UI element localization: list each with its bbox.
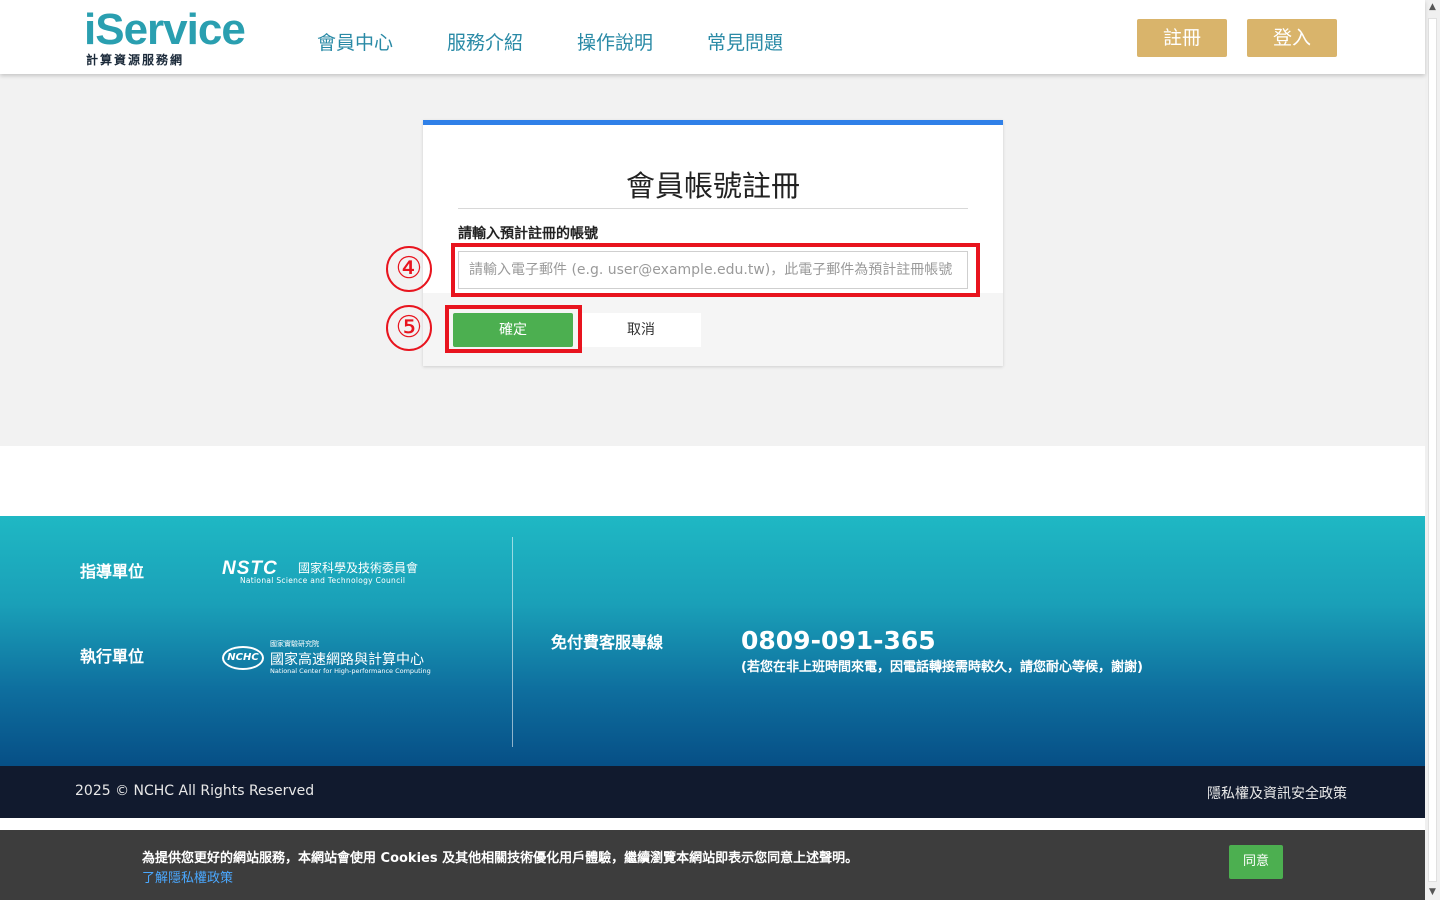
hotline-label: 免付費客服專線 xyxy=(551,633,664,652)
nstc-logo-en: National Science and Technology Council xyxy=(240,576,406,585)
annotation-step-4: ④ xyxy=(386,246,432,292)
register-button[interactable]: 註冊 xyxy=(1137,19,1227,57)
hotline-note: (若您在非上班時間來電，因電話轉接需時較久，請您耐心等候，謝謝) xyxy=(741,660,1143,675)
main-nav: 會員中心 服務介紹 操作說明 常見問題 xyxy=(317,28,837,55)
cookie-notice-text: 為提供您更好的網站服務，本網站會使用 Cookies 及其他相關技術優化用戶體驗… xyxy=(142,851,859,866)
scroll-up-arrow-icon[interactable]: ▲ xyxy=(1425,0,1440,15)
iservice-logo[interactable]: iService 計算資源服務網 xyxy=(84,5,254,68)
nav-faq[interactable]: 常見問題 xyxy=(707,28,783,55)
login-button[interactable]: 登入 xyxy=(1247,19,1337,57)
title-divider xyxy=(458,208,968,209)
cookie-banner: 為提供您更好的網站服務，本網站會使用 Cookies 及其他相關技術優化用戶體驗… xyxy=(0,830,1425,900)
nav-services[interactable]: 服務介紹 xyxy=(447,28,523,55)
site-header: iService 計算資源服務網 會員中心 服務介紹 操作說明 常見問題 註冊 … xyxy=(0,0,1425,74)
cookie-privacy-link[interactable]: 了解隱私權政策 xyxy=(142,867,233,886)
nchc-logo[interactable]: NCHC 國家實驗研究院 國家高速網路與計算中心 National Center… xyxy=(222,638,432,675)
account-field-label: 請輸入預計註冊的帳號 xyxy=(458,226,598,242)
annotation-box-input xyxy=(451,243,980,297)
nstc-logo[interactable]: NSTC 國家科學及技術委員會 National Science and Tec… xyxy=(222,554,432,588)
site-footer: 指導單位 NSTC 國家科學及技術委員會 National Science an… xyxy=(0,516,1425,766)
hotline-number: 0809-091-365 xyxy=(741,626,936,655)
cancel-button[interactable]: 取消 xyxy=(581,313,701,347)
page-scrollbar[interactable]: ▲ ▼ xyxy=(1425,0,1440,900)
nav-instructions[interactable]: 操作說明 xyxy=(577,28,653,55)
exec-unit-label: 執行單位 xyxy=(80,647,145,666)
annotation-step-5: ⑤ xyxy=(386,305,432,351)
scroll-down-arrow-icon[interactable]: ▼ xyxy=(1425,885,1440,900)
copyright-bar: 2025 © NCHC All Rights Reserved 隱私權及資訊安全… xyxy=(0,766,1425,818)
nchc-logo-cn: 國家高速網路與計算中心 xyxy=(270,652,424,668)
nstc-logo-cn: 國家科學及技術委員會 xyxy=(298,561,419,575)
nav-member-center[interactable]: 會員中心 xyxy=(317,28,393,55)
narl-logo-text: 國家實驗研究院 xyxy=(270,640,319,648)
footer-divider xyxy=(512,537,513,747)
guide-unit-label: 指導單位 xyxy=(80,562,145,581)
scroll-thumb[interactable] xyxy=(1428,18,1437,882)
copyright-text: 2025 © NCHC All Rights Reserved xyxy=(75,783,315,799)
privacy-policy-link[interactable]: 隱私權及資訊安全政策 xyxy=(1207,783,1347,803)
nchc-logo-en: National Center for High-performance Com… xyxy=(270,667,431,675)
cookie-agree-button[interactable]: 同意 xyxy=(1229,845,1283,879)
page-title: 會員帳號註冊 xyxy=(625,169,800,203)
annotation-box-confirm xyxy=(445,305,582,353)
logo-wordmark: iService xyxy=(84,5,246,54)
nchc-logo-mark: NCHC xyxy=(222,646,264,670)
